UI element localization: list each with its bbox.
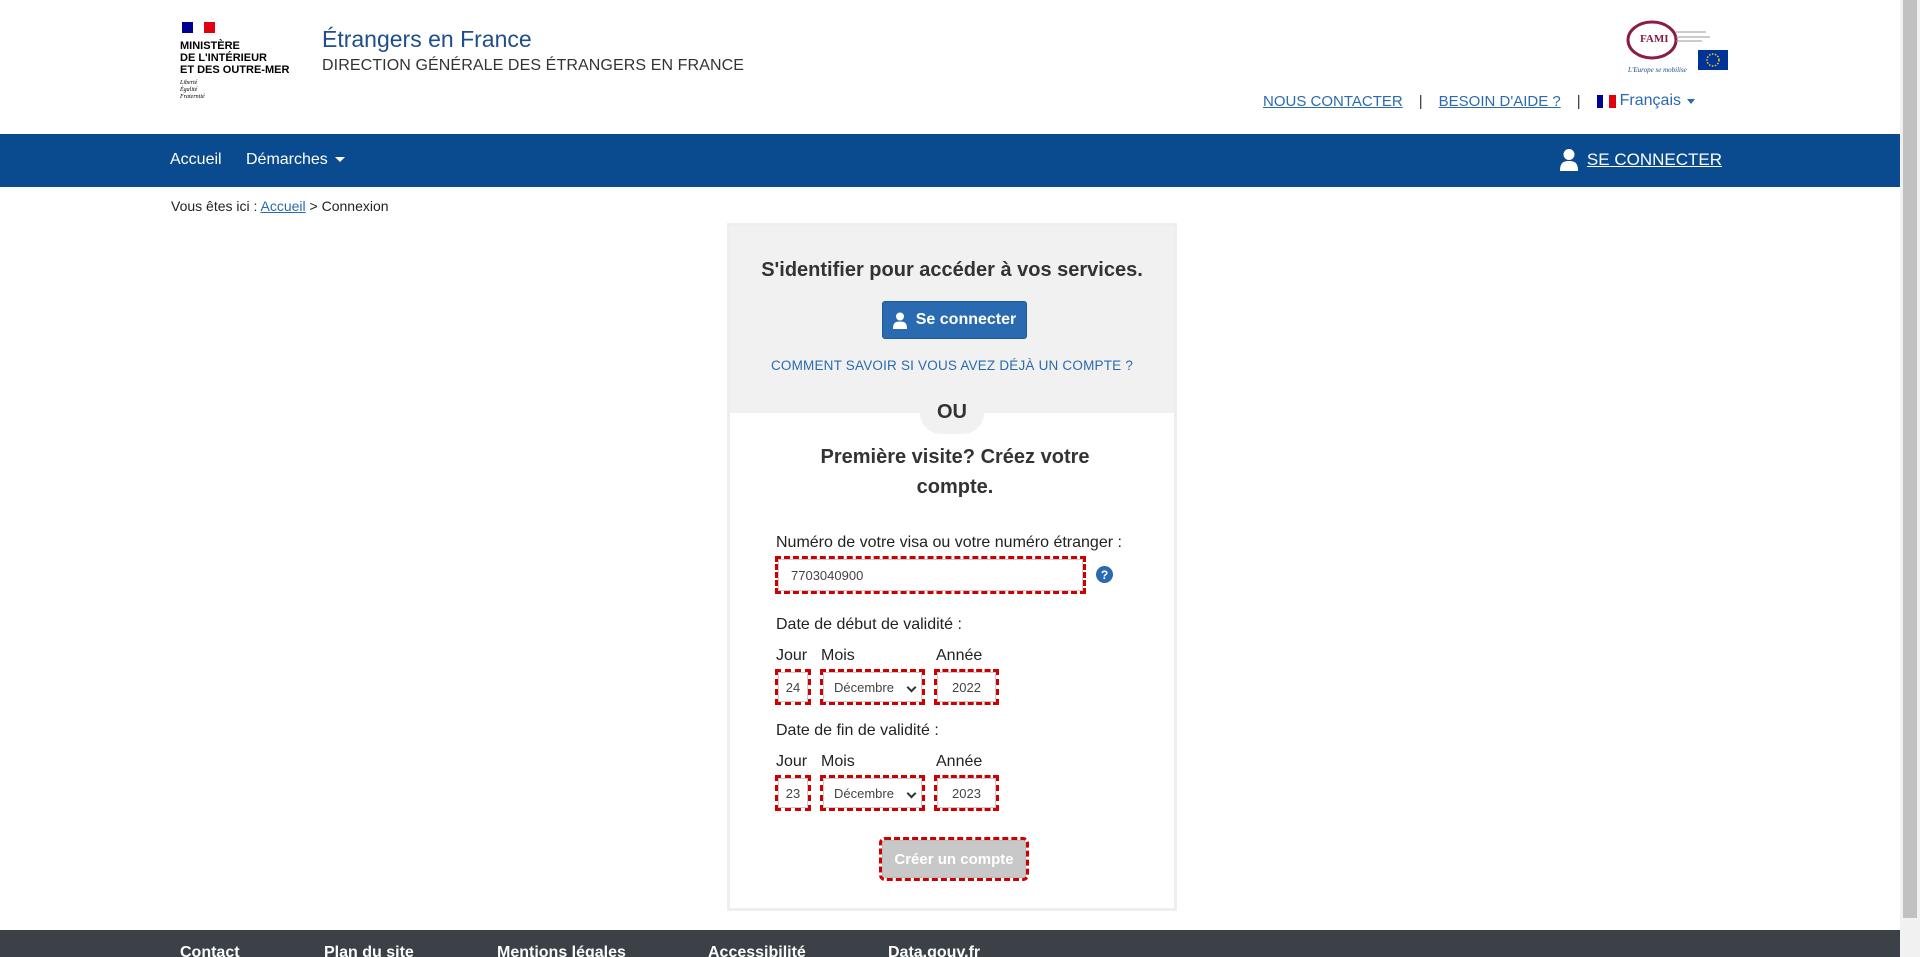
visa-number-label: Numéro de votre visa ou votre numéro étr… bbox=[776, 534, 1122, 551]
contact-link[interactable]: NOUS CONTACTER bbox=[1263, 93, 1403, 110]
republic-motto: Liberté Égalité Fraternité bbox=[180, 80, 205, 100]
caret-down-icon bbox=[334, 157, 345, 163]
breadcrumb-prefix: Vous êtes ici : bbox=[171, 198, 261, 214]
end-month-label: Mois bbox=[821, 753, 855, 770]
language-label: Français bbox=[1619, 92, 1681, 109]
nav-procedures-dropdown[interactable]: Démarches bbox=[246, 151, 345, 169]
breadcrumb-separator: > bbox=[305, 198, 322, 214]
nav-home[interactable]: Accueil bbox=[170, 151, 222, 169]
start-year-input[interactable] bbox=[934, 669, 999, 705]
ministry-logo[interactable]: MINISTÈRE DE L'INTÉRIEUR ET DES OUTRE-ME… bbox=[180, 22, 300, 101]
footer-link-accessibility[interactable]: Accessibilité bbox=[708, 944, 806, 957]
footer-link-contact[interactable]: Contact bbox=[180, 944, 240, 957]
start-month-value: Décembre bbox=[834, 679, 894, 695]
site-subtitle: DIRECTION GÉNÉRALE DES ÉTRANGERS EN FRAN… bbox=[322, 57, 745, 74]
french-flag-icon bbox=[1596, 94, 1616, 108]
footer-link-sitemap[interactable]: Plan du site bbox=[324, 944, 414, 957]
link-separator: | bbox=[1418, 92, 1423, 110]
ministry-name: MINISTÈRE DE L'INTÉRIEUR ET DES OUTRE-ME… bbox=[180, 40, 290, 76]
nav-procedures-label: Démarches bbox=[246, 151, 328, 168]
help-link[interactable]: BESOIN D'AIDE ? bbox=[1439, 93, 1561, 110]
end-day-label: Jour bbox=[776, 753, 808, 770]
start-month-label: Mois bbox=[821, 647, 855, 664]
footer-link-datagouv[interactable]: Data.gouv.fr bbox=[888, 944, 980, 957]
existing-account-link[interactable]: COMMENT SAVOIR SI VOUS AVEZ DÉJÀ UN COMP… bbox=[730, 358, 1174, 373]
chevron-down-icon bbox=[906, 788, 917, 799]
nav-login[interactable]: SE CONNECTER bbox=[1559, 148, 1722, 172]
main-navbar: Accueil Démarches SE CONNECTER bbox=[0, 134, 1900, 187]
end-year-input[interactable] bbox=[934, 775, 999, 811]
start-year-label: Année bbox=[936, 647, 983, 664]
create-account-title: Première visite? Créez votre compte. bbox=[820, 446, 1090, 498]
breadcrumb-home-link[interactable]: Accueil bbox=[261, 198, 306, 214]
login-button-label: Se connecter bbox=[915, 311, 1017, 328]
page-scrollbar[interactable] bbox=[1900, 0, 1920, 957]
site-title[interactable]: Étrangers en France bbox=[322, 26, 532, 53]
top-links: NOUS CONTACTER | BESOIN D'AIDE ? | Franç… bbox=[1263, 92, 1695, 110]
end-month-select[interactable]: Décembre bbox=[820, 775, 925, 811]
login-section: S'identifier pour accéder à vos services… bbox=[730, 226, 1174, 413]
site-header: MINISTÈRE DE L'INTÉRIEUR ET DES OUTRE-ME… bbox=[0, 0, 1900, 134]
fami-tagline: L'Europe se mobilise bbox=[1627, 66, 1687, 74]
login-panel: S'identifier pour accéder à vos services… bbox=[727, 223, 1177, 911]
language-dropdown[interactable]: Français bbox=[1596, 92, 1695, 110]
create-account-button[interactable]: Créer un compte bbox=[879, 837, 1029, 881]
site-footer: Contact Plan du site Mentions légales Ac… bbox=[0, 930, 1900, 957]
link-separator: | bbox=[1576, 92, 1581, 110]
caret-down-icon bbox=[1687, 98, 1695, 104]
marianne-flag-icon bbox=[182, 22, 215, 33]
nav-login-label: SE CONNECTER bbox=[1586, 150, 1722, 169]
chevron-down-icon bbox=[906, 682, 917, 693]
login-button[interactable]: Se connecter bbox=[882, 301, 1027, 339]
fami-logo: FAMI L'Europe se mobilise bbox=[1626, 20, 1728, 74]
end-month-value: Décembre bbox=[834, 785, 894, 801]
login-heading: S'identifier pour accéder à vos services… bbox=[761, 259, 1143, 281]
breadcrumb: Vous êtes ici : Accueil > Connexion bbox=[171, 198, 389, 214]
end-date-label: Date de fin de validité : bbox=[776, 722, 939, 739]
breadcrumb-current: Connexion bbox=[321, 198, 389, 214]
start-day-label: Jour bbox=[776, 647, 808, 664]
user-icon bbox=[1559, 149, 1578, 171]
end-day-input[interactable] bbox=[775, 775, 811, 811]
start-date-label: Date de début de validité : bbox=[776, 616, 962, 633]
end-year-label: Année bbox=[936, 753, 983, 770]
scrollbar-thumb[interactable] bbox=[1903, 0, 1917, 918]
help-question-icon[interactable]: ? bbox=[1096, 566, 1113, 583]
footer-link-legal[interactable]: Mentions légales bbox=[497, 944, 626, 957]
start-day-input[interactable] bbox=[775, 669, 811, 705]
user-icon bbox=[892, 312, 907, 329]
visa-number-input[interactable] bbox=[775, 556, 1086, 594]
fami-logo-text: FAMI bbox=[1640, 33, 1669, 45]
or-separator: OU bbox=[920, 392, 984, 434]
start-month-select[interactable]: Décembre bbox=[820, 669, 925, 705]
